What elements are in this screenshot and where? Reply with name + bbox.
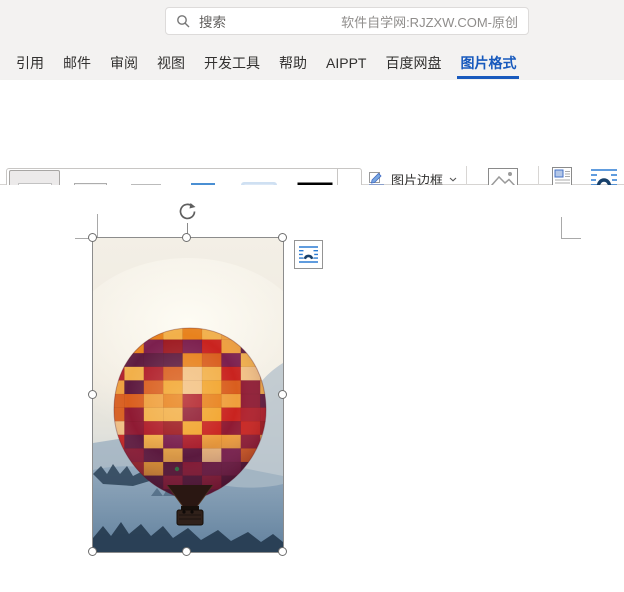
resize-handle-top-center[interactable] xyxy=(182,233,191,242)
tab-mailings[interactable]: 邮件 xyxy=(62,47,92,82)
layout-options-icon xyxy=(299,246,318,263)
tab-help[interactable]: 帮助 xyxy=(278,47,308,82)
rotate-icon xyxy=(179,203,196,220)
tab-view[interactable]: 视图 xyxy=(156,47,186,82)
resize-handle-top-right[interactable] xyxy=(278,233,287,242)
search-input[interactable]: 搜索 软件自学网:RJZXW.COM-原创 xyxy=(165,7,529,35)
margin-mark-top-right xyxy=(561,217,562,238)
chevron-down-icon xyxy=(449,177,457,182)
resize-handle-bottom-right[interactable] xyxy=(278,547,287,556)
resize-handle-bottom-center[interactable] xyxy=(182,547,191,556)
resize-handle-bottom-left[interactable] xyxy=(88,547,97,556)
search-placeholder: 搜索 xyxy=(199,15,226,30)
hot-air-balloon-photo[interactable] xyxy=(63,237,313,553)
watermark-text: 软件自学网:RJZXW.COM-原创 xyxy=(341,14,518,30)
margin-mark-top-left xyxy=(97,214,98,237)
resize-handle-middle-right[interactable] xyxy=(278,390,287,399)
resize-handle-middle-left[interactable] xyxy=(88,390,97,399)
tab-review[interactable]: 审阅 xyxy=(109,47,139,82)
margin-mark-top-right xyxy=(561,238,581,239)
app-header: 搜索 软件自学网:RJZXW.COM-原创 引用 邮件 审阅 视图 开发工具 帮… xyxy=(0,0,624,80)
tab-aippt[interactable]: AIPPT xyxy=(325,49,367,80)
layout-options-button[interactable] xyxy=(294,240,323,269)
ribbon-picture-format: 图片边框 图片效果 图片版式 xyxy=(0,80,624,258)
tab-picture-format[interactable]: 图片格式 xyxy=(457,47,520,82)
tab-references[interactable]: 引用 xyxy=(15,47,45,82)
ribbon-tabs: 引用 邮件 审阅 视图 开发工具 帮助 AIPPT 百度网盘 图片格式 xyxy=(0,48,624,80)
balloon-photo-art xyxy=(63,238,313,552)
tab-developer[interactable]: 开发工具 xyxy=(203,47,261,82)
tab-baidu-netdisk[interactable]: 百度网盘 xyxy=(384,47,442,82)
resize-handle-top-left[interactable] xyxy=(88,233,97,242)
search-icon xyxy=(176,14,190,28)
